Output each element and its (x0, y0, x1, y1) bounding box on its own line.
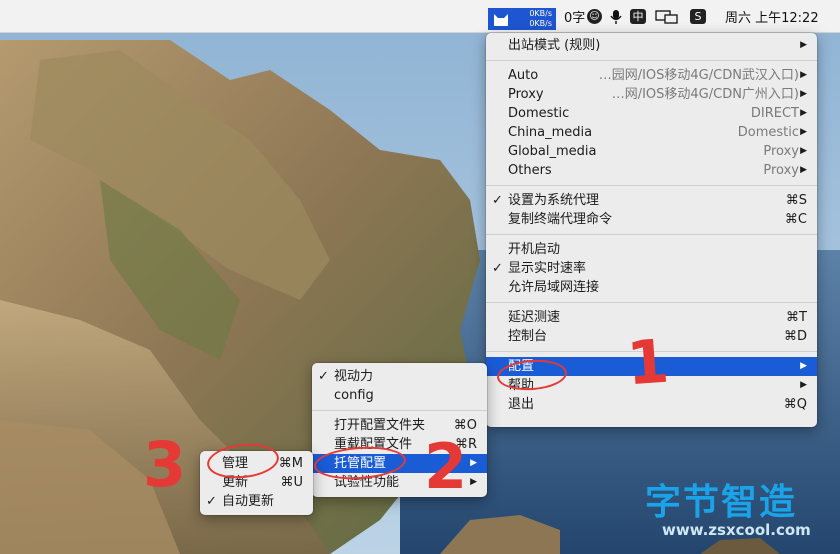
proxy-group-selection: Domestic (737, 125, 799, 140)
submenu-arrow-icon: ▶ (800, 40, 807, 50)
quit-label: 退出 (508, 397, 535, 412)
submenu-arrow-icon: ▶ (470, 458, 477, 468)
launch-at-login-label: 开机启动 (508, 242, 561, 257)
display-status-item[interactable] (655, 0, 679, 33)
proxy-group-others[interactable]: Others Proxy ▶ (486, 161, 817, 180)
microphone-status-item[interactable] (609, 0, 623, 33)
profile-item-config[interactable]: config (312, 386, 487, 405)
menu-separator (486, 302, 817, 303)
dashboard-label: 控制台 (508, 329, 548, 344)
set-system-proxy-label: 设置为系统代理 (508, 193, 600, 208)
submenu-arrow-icon: ▶ (800, 127, 807, 137)
proxy-group-name: Others (508, 163, 552, 178)
checkmark-icon: ✓ (492, 261, 503, 276)
proxy-group-name: Domestic (508, 106, 570, 121)
submenu-arrow-icon: ▶ (800, 380, 807, 390)
ime-label: 中 (630, 9, 646, 24)
clashx-cat-icon (494, 14, 508, 26)
outbound-mode-label: 出站模式 (规则) (508, 38, 601, 53)
annotation-step-2: 2 (424, 430, 468, 503)
submenu-arrow-icon: ▶ (800, 108, 807, 118)
proxy-group-selection: Proxy (763, 163, 799, 178)
menu-item-quit[interactable]: 退出 ⌘Q (486, 395, 817, 414)
proxy-group-proxy[interactable]: Proxy …网/IOS移动4G/CDN广州入口) ▶ (486, 85, 817, 104)
upload-speed: 0KB/s (529, 9, 552, 18)
download-speed: 0KB/s (529, 19, 552, 28)
checkmark-icon: ✓ (318, 369, 329, 384)
submenu-arrow-icon: ▶ (470, 477, 477, 487)
copy-terminal-cmd-label: 复制终端代理命令 (508, 212, 613, 227)
proxy-group-name: Proxy (508, 87, 544, 102)
checkmark-icon: ✓ (206, 494, 217, 509)
shortcut-label: ⌘Q (783, 397, 807, 412)
watermark-url: www.zsxcool.com (662, 521, 811, 539)
menu-item-allow-lan[interactable]: 允许局域网连接 (486, 278, 817, 297)
menu-item-auto-update[interactable]: ✓ 自动更新 (200, 492, 313, 511)
shortcut-label: ⌘T (786, 310, 807, 325)
clock[interactable]: 周六 上午12:22 (725, 0, 819, 33)
proxy-group-china-media[interactable]: China_media Domestic ▶ (486, 123, 817, 142)
screen-mirroring-icon (655, 9, 678, 24)
proxy-group-selection: …园网/IOS移动4G/CDN武汉入口) (598, 68, 799, 83)
watermark-title: 字节智造 (645, 482, 798, 523)
word-count-item[interactable]: 0字 (564, 0, 585, 33)
menu-item-update[interactable]: 更新 ⌘U (200, 473, 313, 492)
menu-separator (486, 234, 817, 235)
s-app-status-item[interactable]: S (690, 0, 706, 33)
input-method-item[interactable]: 中 (630, 0, 646, 33)
latency-test-label: 延迟测速 (508, 310, 561, 325)
proxy-group-domestic[interactable]: Domestic DIRECT ▶ (486, 104, 817, 123)
speed-readout: 0KB/s 0KB/s (529, 9, 552, 29)
menu-item-latency-test[interactable]: 延迟测速 ⌘T (486, 308, 817, 327)
annotation-step-1: 1 (624, 326, 672, 400)
menu-bar: 0KB/s 0KB/s 0字 ☺ 中 S 周六 上午12:22 (0, 0, 840, 33)
profile-name: 视动力 (334, 369, 374, 384)
proxy-group-selection: DIRECT (750, 106, 799, 121)
smile-status-item[interactable]: ☺ (587, 0, 602, 33)
proxy-group-selection: …网/IOS移动4G/CDN广州入口) (611, 87, 799, 102)
clock-label: 周六 上午12:22 (725, 11, 819, 26)
word-count-label: 0字 (564, 11, 586, 26)
menu-item-copy-terminal-cmd[interactable]: 复制终端代理命令 ⌘C (486, 210, 817, 229)
profile-item-shidongli[interactable]: ✓ 视动力 (312, 367, 487, 386)
shortcut-label: ⌘U (280, 475, 303, 490)
allow-lan-label: 允许局域网连接 (508, 280, 600, 295)
profile-name: config (334, 388, 374, 403)
proxy-group-name: Auto (508, 68, 539, 83)
submenu-arrow-icon: ▶ (800, 146, 807, 156)
submenu-arrow-icon: ▶ (800, 165, 807, 175)
auto-update-label: 自动更新 (222, 494, 275, 509)
proxy-group-name: Global_media (508, 144, 597, 159)
menu-separator (312, 410, 487, 411)
s-app-icon: S (690, 9, 706, 24)
menu-item-launch-at-login[interactable]: 开机启动 (486, 240, 817, 259)
shortcut-label: ⌘D (783, 329, 807, 344)
menu-separator (486, 185, 817, 186)
annotation-step-3: 3 (143, 428, 187, 501)
proxy-group-name: China_media (508, 125, 593, 140)
proxy-group-selection: Proxy (763, 144, 799, 159)
shortcut-label: ⌘M (278, 456, 303, 471)
menu-item-set-system-proxy[interactable]: ✓ 设置为系统代理 ⌘S (486, 191, 817, 210)
open-config-folder-label: 打开配置文件夹 (334, 418, 426, 433)
proxy-group-global-media[interactable]: Global_media Proxy ▶ (486, 142, 817, 161)
menu-item-show-speed[interactable]: ✓ 显示实时速率 (486, 259, 817, 278)
submenu-arrow-icon: ▶ (800, 361, 807, 371)
shortcut-label: ⌘C (784, 212, 807, 227)
clashx-status-item[interactable]: 0KB/s 0KB/s (488, 8, 556, 30)
proxy-group-auto[interactable]: Auto …园网/IOS移动4G/CDN武汉入口) ▶ (486, 66, 817, 85)
menu-separator (486, 60, 817, 61)
submenu-arrow-icon: ▶ (800, 70, 807, 80)
smile-icon: ☺ (587, 9, 602, 24)
show-speed-label: 显示实时速率 (508, 261, 587, 276)
submenu-arrow-icon: ▶ (800, 89, 807, 99)
menu-item-outbound-mode[interactable]: 出站模式 (规则) ▶ (486, 36, 817, 55)
shortcut-label: ⌘S (785, 193, 807, 208)
microphone-icon (610, 9, 622, 24)
checkmark-icon: ✓ (492, 193, 503, 208)
